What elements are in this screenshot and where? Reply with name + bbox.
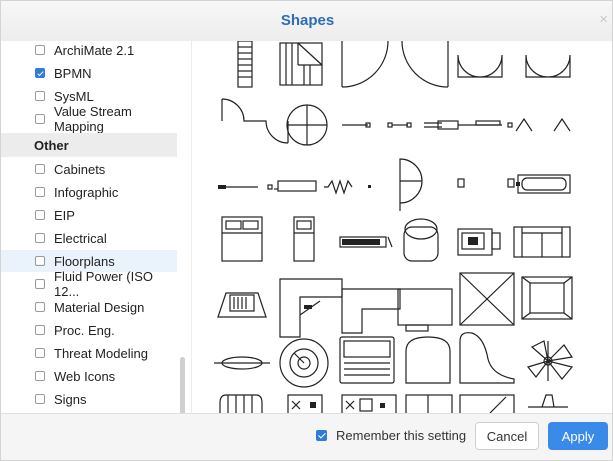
library-item-label: Material Design (54, 299, 145, 315)
door-swing-shape (401, 41, 449, 88)
checkbox[interactable] (35, 348, 45, 358)
double-door-shape (525, 54, 571, 78)
bookshelf-shape (339, 236, 393, 248)
stairs-shape (237, 41, 253, 88)
library-item-label: ArchiMate 2.1 (54, 42, 135, 58)
library-item-label: BPMN (54, 65, 92, 81)
washing-machine-shape (341, 394, 397, 413)
checkbox[interactable] (35, 256, 45, 266)
library-item-label: Proc. Eng. (54, 322, 115, 338)
library-list[interactable]: ArchiMate 2.1 BPMN SysML Value Stream Ma… (1, 41, 192, 413)
small-square-shape (457, 178, 515, 188)
plant-shape (526, 340, 574, 381)
dialog-footer: Remember this setting Cancel Apply (1, 413, 612, 460)
library-item-label: Signs (54, 391, 87, 407)
checkbox[interactable] (35, 164, 45, 174)
drafting-table-shape (459, 394, 515, 413)
library-item-material-design[interactable]: Material Design (1, 296, 177, 318)
library-item-fluid-power[interactable]: Fluid Power (ISO 12... (1, 269, 177, 299)
library-item-label: Electrical (54, 230, 107, 246)
checkbox[interactable] (35, 325, 45, 335)
library-item-electrical[interactable]: Electrical (1, 227, 177, 249)
printer-shape (217, 292, 267, 318)
window-shape (342, 122, 412, 128)
library-item-bpmn[interactable]: BPMN (1, 62, 177, 84)
remember-checkbox[interactable] (316, 430, 327, 441)
sliding-window-shape (424, 120, 502, 130)
crossed-box-shape (459, 272, 515, 326)
bathtub-shape (516, 174, 571, 194)
library-item-label: Web Icons (54, 368, 116, 384)
sofa-shape (513, 226, 571, 258)
cancel-button[interactable]: Cancel (475, 422, 539, 450)
opening-shape (507, 117, 533, 132)
dialog-title: Shapes (280, 12, 335, 29)
dialog-titlebar: Shapes × (1, 1, 612, 42)
library-item-archimate[interactable]: ArchiMate 2.1 (1, 41, 177, 61)
zigzag-wall-shape (324, 179, 371, 195)
laptop-shape (339, 336, 395, 384)
armchair-shape (405, 336, 451, 384)
checkbox[interactable] (35, 91, 45, 101)
radiator-shape (219, 394, 263, 413)
library-item-eip[interactable]: EIP (1, 204, 177, 226)
library-item-cabinets[interactable]: Cabinets (1, 158, 177, 180)
library-item-label: EIP (54, 207, 75, 223)
checkbox[interactable] (35, 279, 45, 289)
checkbox[interactable] (35, 233, 45, 243)
library-item-label: Threat Modeling (54, 345, 148, 361)
floorplan-shapes-preview (214, 41, 574, 413)
library-item-web-icons[interactable]: Web Icons (1, 365, 177, 387)
library-item-value-stream-mapping[interactable]: Value Stream Mapping (1, 104, 177, 134)
checkbox[interactable] (35, 45, 45, 55)
apply-button[interactable]: Apply (548, 422, 608, 450)
close-icon[interactable]: × (599, 11, 608, 28)
corner-desk-shape (279, 278, 343, 338)
checkbox[interactable] (35, 210, 45, 220)
table-shape (214, 356, 270, 370)
desk-shape (397, 288, 453, 332)
shower-shape (521, 276, 573, 320)
ceiling-fan-shape (528, 394, 568, 408)
revolving-door-round-shape (286, 104, 328, 146)
checkbox[interactable] (35, 394, 45, 404)
bed-double-shape (221, 216, 263, 262)
copier-shape (457, 228, 501, 256)
cabinet-shape (405, 394, 453, 413)
library-item-proc-eng[interactable]: Proc. Eng. (1, 319, 177, 341)
sidebar-scrollbar[interactable] (180, 357, 185, 413)
sink-shape (287, 394, 323, 413)
revolving-door-shape (221, 98, 289, 144)
stairs-landing-shape (279, 42, 323, 86)
section-header-other: Other (1, 133, 177, 157)
library-item-threat-modeling[interactable]: Threat Modeling (1, 342, 177, 364)
checkbox[interactable] (35, 187, 45, 197)
checkbox[interactable] (35, 114, 45, 124)
library-item-infographic[interactable]: Infographic (1, 181, 177, 203)
checkbox[interactable] (35, 371, 45, 381)
library-item-label: SysML (54, 88, 94, 104)
wall-shape (218, 180, 317, 192)
piano-shape (459, 332, 515, 384)
opening-shape (553, 117, 571, 132)
shapes-dialog: Shapes × ArchiMate 2.1 BPMN SysML Value … (0, 0, 613, 461)
chair-shape (403, 218, 439, 262)
shape-preview-area[interactable] (192, 41, 612, 413)
double-door-shape (457, 54, 503, 78)
remember-label: Remember this setting (336, 428, 467, 443)
door-swing-shape (341, 41, 389, 88)
round-table-shape (279, 338, 329, 388)
checkbox[interactable] (35, 302, 45, 312)
library-item-signs[interactable]: Signs (1, 388, 177, 410)
checkbox[interactable] (35, 68, 45, 78)
library-item-label: Infographic (54, 184, 119, 200)
library-item-label: Value Stream Mapping (54, 104, 132, 134)
half-circle-door-shape (399, 158, 423, 211)
remember-setting[interactable]: Remember this setting (316, 428, 466, 443)
library-item-label: Cabinets (54, 161, 106, 177)
library-item-label: Floorplans (54, 253, 115, 269)
library-item-label: Fluid Power (ISO 12... (54, 269, 153, 299)
l-desk-shape (341, 288, 401, 334)
bed-single-shape (293, 216, 315, 262)
